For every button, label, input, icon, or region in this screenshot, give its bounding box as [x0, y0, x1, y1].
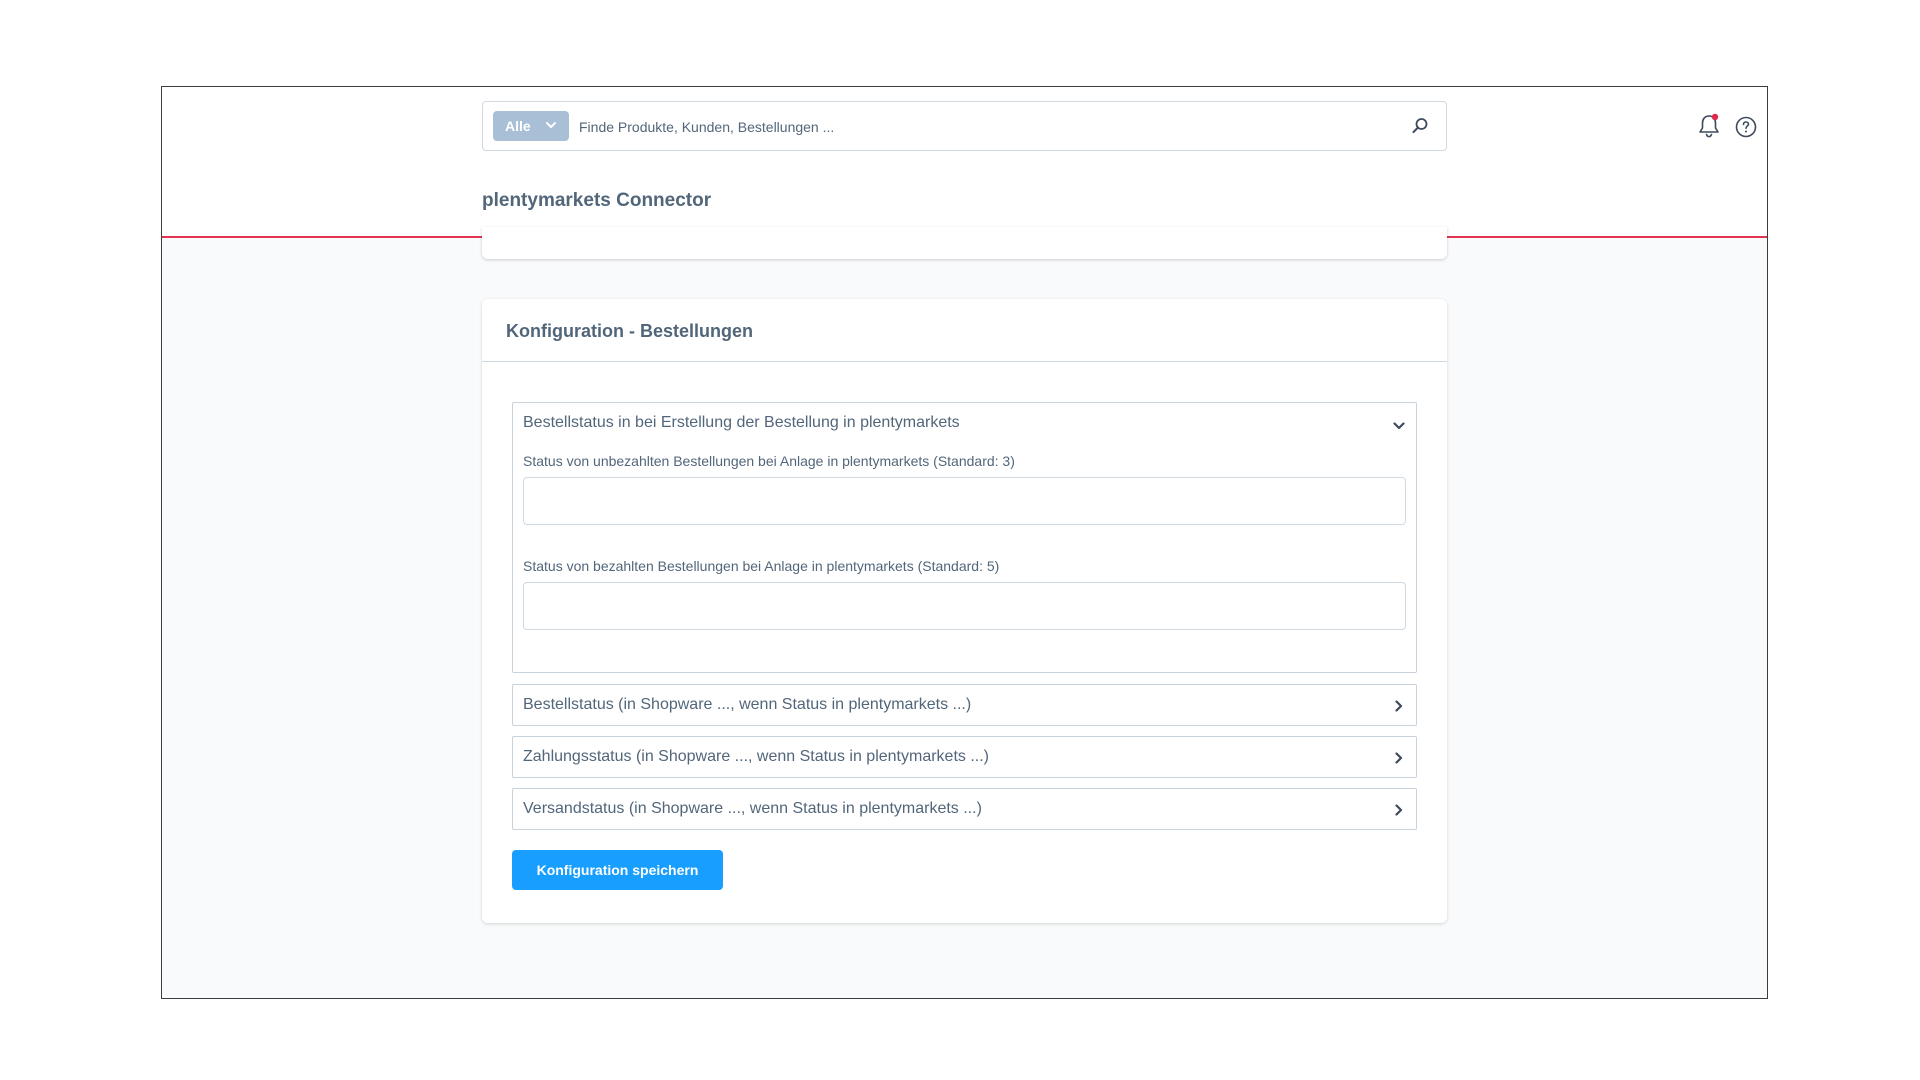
- chevron-down-icon[interactable]: [1392, 419, 1406, 433]
- accordion-panel-payment-status[interactable]: Zahlungsstatus (in Shopware ..., wenn St…: [512, 736, 1417, 778]
- help-icon[interactable]: [1734, 115, 1758, 139]
- save-config-button[interactable]: Konfiguration speichern: [512, 850, 723, 890]
- search-type-dropdown[interactable]: Alle: [493, 111, 569, 141]
- unpaid-status-input[interactable]: [523, 477, 1406, 525]
- search-icon[interactable]: [1410, 116, 1430, 136]
- field-label-paid-status: Status von bezahlten Bestellungen bei An…: [523, 558, 1000, 574]
- accordion-panel-shipping-status[interactable]: Versandstatus (in Shopware ..., wenn Sta…: [512, 788, 1417, 830]
- accordion-panel-order-status-creation: Bestellstatus in bei Erstellung der Best…: [512, 402, 1417, 673]
- accordion-panel-title: Versandstatus (in Shopware ..., wenn Sta…: [523, 800, 982, 817]
- accordion-panel-title[interactable]: Bestellstatus in bei Erstellung der Best…: [523, 414, 960, 432]
- page-title: plentymarkets Connector: [482, 190, 712, 211]
- search-type-label: Alle: [505, 118, 531, 134]
- chevron-right-icon: [1395, 752, 1403, 764]
- app-window: Alle plentymarkets Connector K: [161, 86, 1768, 999]
- field-label-unpaid-status: Status von unbezahlten Bestellungen bei …: [523, 453, 1015, 469]
- search-input[interactable]: [577, 112, 1381, 142]
- notification-dot: [1711, 113, 1719, 121]
- chevron-down-icon: [546, 122, 556, 128]
- accordion-panel-order-status[interactable]: Bestellstatus (in Shopware ..., wenn Sta…: [512, 684, 1417, 726]
- previous-card-bottom: [482, 227, 1447, 259]
- accordion-panel-title: Zahlungsstatus (in Shopware ..., wenn St…: [523, 748, 989, 765]
- bell-icon[interactable]: [1697, 113, 1721, 139]
- top-bar: Alle: [162, 87, 1767, 167]
- config-card: Konfiguration - Bestellungen Bestellstat…: [482, 299, 1447, 923]
- card-title: Konfiguration - Bestellungen: [482, 299, 1447, 362]
- paid-status-input[interactable]: [523, 582, 1406, 630]
- global-search: Alle: [482, 101, 1447, 151]
- chevron-right-icon: [1395, 700, 1403, 712]
- accordion-panel-title: Bestellstatus (in Shopware ..., wenn Sta…: [523, 696, 972, 713]
- chevron-right-icon: [1395, 804, 1403, 816]
